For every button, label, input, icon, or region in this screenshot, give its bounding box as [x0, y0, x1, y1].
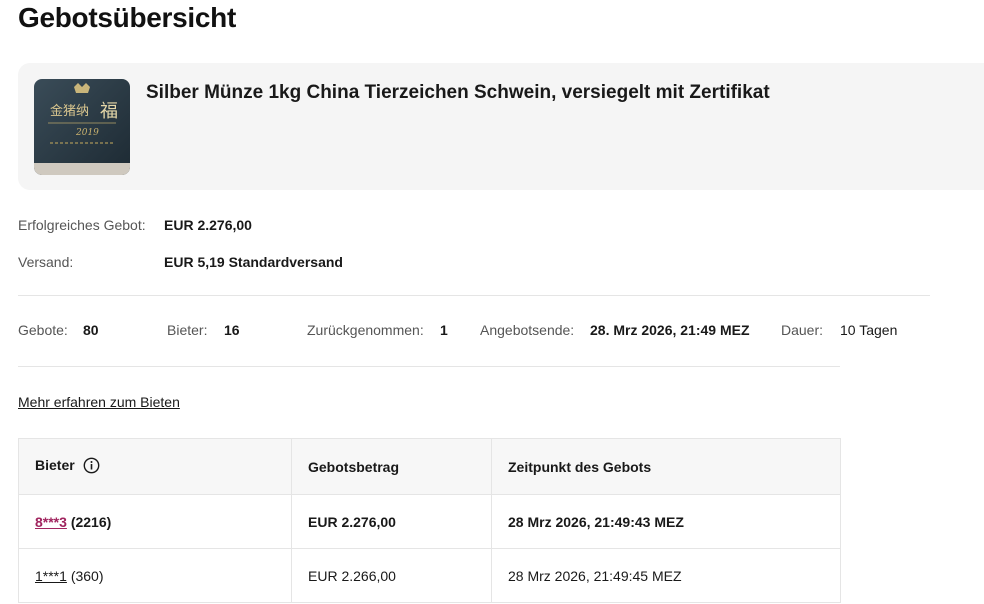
end-value: 28. Mrz 2026, 21:49 MEZ — [590, 322, 750, 338]
retracted-label: Zurückgenommen: — [307, 322, 424, 338]
item-card: 金猪纳 福 2019 Silber Münze 1kg China Tierze… — [18, 63, 984, 190]
bidder-cell: 8***3 (2216) — [18, 494, 292, 549]
item-title[interactable]: Silber Münze 1kg China Tierzeichen Schwe… — [146, 82, 770, 104]
end-label: Angebotsende: — [480, 322, 575, 338]
bid-history-table: Bieter Gebotsbetrag Zeitpunkt des Gebots… — [18, 438, 841, 603]
duration-label: Dauer: — [781, 322, 824, 338]
amount-column-header: Gebotsbetrag — [291, 438, 492, 495]
amount-cell: EUR 2.276,00 — [291, 494, 492, 549]
time-cell: 28 Mrz 2026, 21:49:45 MEZ — [491, 548, 841, 603]
winning-bid-label: Erfolgreiches Gebot: — [18, 217, 146, 233]
time-cell: 28 Mrz 2026, 21:49:43 MEZ — [491, 494, 841, 549]
bids-label: Gebote: — [18, 322, 68, 338]
bidder-header-label: Bieter — [35, 456, 75, 473]
time-column-header: Zeitpunkt des Gebots — [491, 438, 841, 495]
bidder-column-header: Bieter — [18, 438, 292, 495]
item-image[interactable]: 金猪纳 福 2019 — [34, 79, 130, 175]
svg-text:2019: 2019 — [75, 128, 99, 138]
bids-value: 80 — [83, 322, 99, 338]
table-row: 8***3 (2216) EUR 2.276,00 28 Mrz 2026, 2… — [18, 494, 841, 549]
info-icon[interactable] — [83, 457, 100, 477]
bidder-score: (2216) — [70, 513, 112, 530]
amount-cell: EUR 2.266,00 — [291, 548, 492, 603]
svg-text:金猪纳: 金猪纳 — [50, 103, 89, 119]
shipping-label: Versand: — [18, 254, 74, 270]
svg-text:福: 福 — [100, 101, 118, 122]
table-header-row: Bieter Gebotsbetrag Zeitpunkt des Gebots — [18, 438, 841, 495]
bidder-link[interactable]: 8***3 — [35, 514, 67, 530]
winning-bid-value: EUR 2.276,00 — [164, 217, 252, 233]
duration-value: 10 Tagen — [840, 322, 898, 338]
bidder-link[interactable]: 1***1 — [35, 568, 67, 584]
page-title: Gebotsübersicht — [18, 2, 236, 33]
retracted-value: 1 — [440, 322, 448, 338]
coin-box-photo: 金猪纳 福 2019 — [34, 79, 130, 175]
divider — [18, 295, 930, 296]
bidder-cell: 1***1 (360) — [18, 548, 292, 603]
bidders-value: 16 — [224, 322, 240, 338]
table-row: 1***1 (360) EUR 2.266,00 28 Mrz 2026, 21… — [18, 548, 841, 603]
learn-more-link[interactable]: Mehr erfahren zum Bieten — [18, 394, 180, 410]
divider — [18, 366, 840, 367]
bidder-score: (360) — [70, 567, 104, 584]
bidders-label: Bieter: — [167, 322, 208, 338]
shipping-value: EUR 5,19 Standardversand — [164, 254, 343, 270]
